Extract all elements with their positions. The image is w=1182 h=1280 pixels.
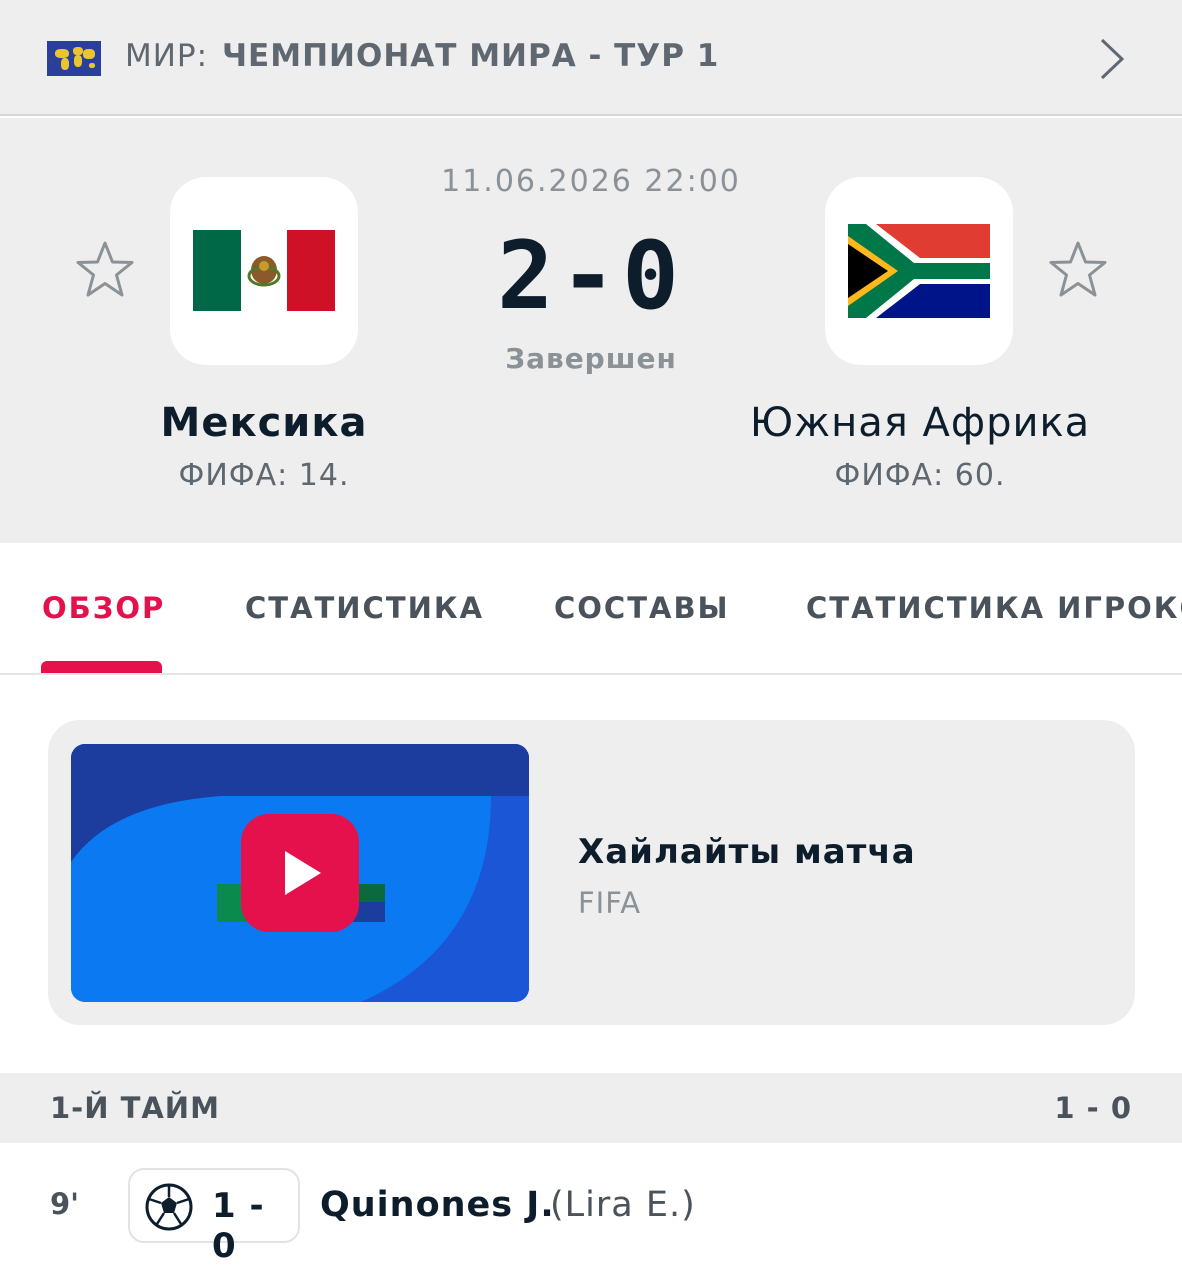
match-header: 11.06.2026 22:00 2-0 Завершен Мексика ФИ… xyxy=(0,118,1182,543)
south-africa-flag-icon xyxy=(848,224,990,318)
highlight-card[interactable]: Хайлайты матча FIFA xyxy=(48,720,1135,1025)
tab-player-statistics[interactable]: СТАТИСТИКА ИГРОКО xyxy=(806,591,1182,625)
tab-lineups[interactable]: СОСТАВЫ xyxy=(554,591,730,625)
highlight-title: Хайлайты матча xyxy=(578,832,916,872)
period-header: 1-Й ТАЙМ 1 - 0 xyxy=(0,1073,1182,1143)
match-tabs: ОБЗОР СТАТИСТИКА СОСТАВЫ СТАТИСТИКА ИГРО… xyxy=(0,543,1182,675)
event-assist[interactable]: (Lira E.) xyxy=(550,1185,696,1225)
match-datetime: 11.06.2026 22:00 xyxy=(441,164,741,199)
mexico-flag-icon xyxy=(193,230,335,311)
event-score: 1 - 0 xyxy=(212,1186,265,1266)
event-minute: 9' xyxy=(50,1187,80,1221)
league-country: МИР: xyxy=(125,38,209,74)
video-thumbnail[interactable] xyxy=(71,744,529,1002)
star-icon-away-favorite[interactable] xyxy=(1047,240,1109,302)
tab-active-indicator xyxy=(41,661,162,673)
home-team-name[interactable]: Мексика xyxy=(100,400,428,446)
soccer-ball-icon xyxy=(145,1183,193,1231)
league-header[interactable]: МИР: ЧЕМПИОНАТ МИРА - ТУР 1 xyxy=(0,0,1182,116)
home-team-rank: ФИФА: 14. xyxy=(178,458,350,493)
star-icon-home-favorite[interactable] xyxy=(74,240,136,302)
play-button[interactable] xyxy=(241,814,359,932)
away-team-rank: ФИФА: 60. xyxy=(834,458,1006,493)
period-label: 1-Й ТАЙМ xyxy=(50,1091,220,1125)
period-score: 1 - 0 xyxy=(1054,1091,1132,1125)
home-team-logo[interactable] xyxy=(170,177,358,365)
tab-overview[interactable]: ОБЗОР xyxy=(42,591,165,625)
league-name: ЧЕМПИОНАТ МИРА - ТУР 1 xyxy=(222,38,720,74)
world-flag-icon xyxy=(47,41,101,76)
tab-statistics[interactable]: СТАТИСТИКА xyxy=(245,591,484,625)
highlight-source: FIFA xyxy=(578,886,642,920)
away-team-name[interactable]: Южная Африка xyxy=(720,400,1120,446)
event-row[interactable]: 9' 1 - 0 Quinones J. (Lira E.) xyxy=(0,1143,1182,1280)
goal-badge: 1 - 0 xyxy=(128,1168,300,1266)
match-status: Завершен xyxy=(505,342,677,375)
match-score: 2-0 xyxy=(497,222,685,331)
event-player[interactable]: Quinones J. xyxy=(320,1185,555,1225)
chevron-right-icon[interactable] xyxy=(1094,36,1130,82)
away-team-logo[interactable] xyxy=(825,177,1013,365)
